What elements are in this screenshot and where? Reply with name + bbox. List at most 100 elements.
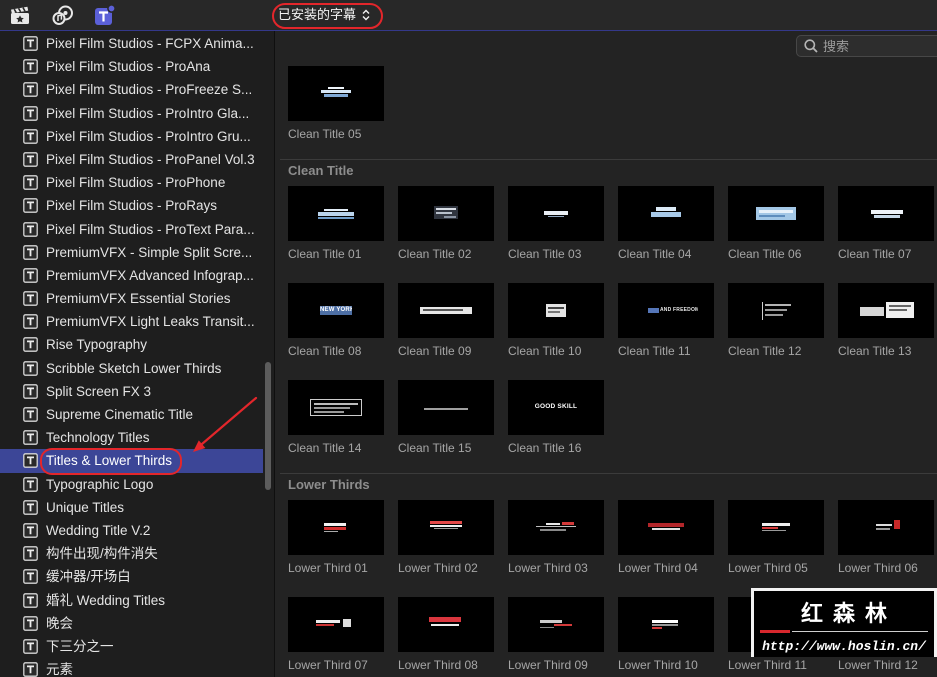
sidebar-item[interactable]: Pixel Film Studios - ProFreeze S... xyxy=(0,78,263,101)
title-thumbnail[interactable] xyxy=(728,500,824,555)
title-thumbnail[interactable] xyxy=(728,186,824,241)
sidebar-item[interactable]: Scribble Sketch Lower Thirds xyxy=(0,357,263,380)
thumbnail-graphic xyxy=(324,523,346,526)
sidebar-item[interactable]: Split Screen FX 3 xyxy=(0,380,263,403)
title-tile[interactable]: Lower Third 05 xyxy=(728,500,824,597)
title-tile[interactable]: Clean Title 09 xyxy=(398,283,494,380)
title-thumbnail[interactable] xyxy=(508,186,604,241)
thumbnail-graphic xyxy=(324,209,348,211)
sidebar-item[interactable]: Pixel Film Studios - ProPhone xyxy=(0,171,263,194)
title-tile[interactable]: Lower Third 08 xyxy=(398,597,494,677)
title-thumbnail[interactable] xyxy=(508,283,604,338)
title-tile[interactable]: GOOD SKILL Clean Title 16 xyxy=(508,380,604,477)
sidebar-item[interactable]: Typographic Logo xyxy=(0,473,263,496)
title-tile[interactable]: Lower Third 03 xyxy=(508,500,604,597)
title-tile[interactable]: Clean Title 14 xyxy=(288,380,384,477)
title-tile[interactable]: Lower Third 01 xyxy=(288,500,384,597)
title-thumbnail[interactable] xyxy=(398,186,494,241)
title-thumbnail[interactable] xyxy=(728,283,824,338)
sidebar-item[interactable]: Supreme Cinematic Title xyxy=(0,403,263,426)
title-tile[interactable]: Clean Title 04 xyxy=(618,186,714,283)
sidebar-item[interactable]: Rise Typography xyxy=(0,333,263,356)
title-thumbnail[interactable] xyxy=(618,500,714,555)
thumbnail-graphic xyxy=(562,522,574,525)
sidebar-item[interactable]: 元素 xyxy=(0,658,263,677)
title-tile[interactable]: Lower Third 10 xyxy=(618,597,714,677)
title-tile[interactable]: Clean Title 07 xyxy=(838,186,934,283)
title-thumbnail[interactable] xyxy=(288,500,384,555)
title-thumbnail[interactable] xyxy=(288,597,384,652)
title-thumbnail[interactable] xyxy=(288,66,384,121)
titles-category-icon xyxy=(23,128,38,144)
title-thumbnail[interactable] xyxy=(508,500,604,555)
sidebar-item[interactable]: PremiumVFX Light Leaks Transit... xyxy=(0,310,263,333)
title-tile[interactable]: Clean Title 13 xyxy=(838,283,934,380)
thumbnail-graphic xyxy=(648,308,659,313)
title-tile[interactable]: AND FREEDOM Clean Title 11 xyxy=(618,283,714,380)
sidebar-item[interactable]: 婚礼 Wedding Titles xyxy=(0,589,263,612)
title-thumbnail[interactable] xyxy=(288,186,384,241)
photos-audio-icon[interactable] xyxy=(52,5,74,30)
sidebar-item[interactable]: Technology Titles xyxy=(0,426,263,449)
title-tile[interactable]: Clean Title 01 xyxy=(288,186,384,283)
installed-titles-menu[interactable]: 已安装的字幕 xyxy=(278,4,370,26)
thumbnail-graphic xyxy=(756,207,796,220)
title-tile[interactable]: NEW YORK Clean Title 08 xyxy=(288,283,384,380)
clapperboard-icon[interactable] xyxy=(10,6,30,30)
thumbnail-graphic xyxy=(759,210,793,213)
title-tile[interactable]: Lower Third 06 xyxy=(838,500,934,597)
title-tile[interactable]: Lower Third 07 xyxy=(288,597,384,677)
titles-category-icon xyxy=(23,152,38,167)
thumbnail-graphic xyxy=(540,627,554,628)
title-tile[interactable]: Clean Title 02 xyxy=(398,186,494,283)
sidebar-item[interactable]: Pixel Film Studios - ProPanel Vol.3 xyxy=(0,148,263,171)
title-tile[interactable]: Clean Title 05 xyxy=(288,66,384,163)
sidebar-item[interactable]: PremiumVFX - Simple Split Scre... xyxy=(0,241,263,264)
title-thumbnail[interactable] xyxy=(508,597,604,652)
sidebar-item[interactable]: Pixel Film Studios - ProRays xyxy=(0,194,263,217)
title-thumbnail[interactable] xyxy=(288,380,384,435)
sidebar-item[interactable]: Wedding Title V.2 xyxy=(0,519,263,542)
title-thumbnail[interactable] xyxy=(398,597,494,652)
title-thumbnail[interactable] xyxy=(398,500,494,555)
sidebar-item[interactable]: Pixel Film Studios - ProIntro Gla... xyxy=(0,102,263,125)
sidebar-item[interactable]: 下三分之一 xyxy=(0,635,263,658)
sidebar-item[interactable]: 缓冲器/开场白 xyxy=(0,565,263,588)
title-tile[interactable]: Lower Third 02 xyxy=(398,500,494,597)
title-thumbnail[interactable] xyxy=(838,186,934,241)
title-thumbnail[interactable] xyxy=(838,500,934,555)
title-thumbnail[interactable] xyxy=(398,380,494,435)
title-thumbnail[interactable] xyxy=(618,186,714,241)
sidebar-scrollbar[interactable] xyxy=(265,362,271,490)
title-thumbnail[interactable] xyxy=(838,283,934,338)
sidebar-item[interactable]: PremiumVFX Advanced Infograp... xyxy=(0,264,263,287)
title-tile[interactable]: Clean Title 12 xyxy=(728,283,824,380)
sidebar-item[interactable]: 构件出现/构件消失 xyxy=(0,542,263,565)
title-thumbnail[interactable]: NEW YORK xyxy=(288,283,384,338)
title-thumbnail[interactable]: AND FREEDOM xyxy=(618,283,714,338)
title-tile[interactable]: Clean Title 06 xyxy=(728,186,824,283)
search-field[interactable] xyxy=(796,35,937,57)
browser-toolbar: 已安装的字幕 xyxy=(0,0,937,31)
sidebar-item[interactable]: Pixel Film Studios - FCPX Anima... xyxy=(0,32,263,55)
title-tile[interactable]: Clean Title 03 xyxy=(508,186,604,283)
sidebar-item[interactable]: Pixel Film Studios - ProText Para... xyxy=(0,218,263,241)
title-thumbnail[interactable]: GOOD SKILL xyxy=(508,380,604,435)
sidebar-item-selected[interactable]: Titles & Lower Thirds xyxy=(0,449,263,473)
sidebar-item[interactable]: Pixel Film Studios - ProIntro Gru... xyxy=(0,125,263,148)
sidebar-item[interactable]: Unique Titles xyxy=(0,496,263,519)
search-input[interactable] xyxy=(823,37,933,55)
title-thumbnail[interactable] xyxy=(398,283,494,338)
sidebar-item[interactable]: Pixel Film Studios - ProAna xyxy=(0,55,263,78)
sidebar-item-label: Pixel Film Studios - ProPhone xyxy=(46,175,226,191)
title-tile[interactable]: Lower Third 09 xyxy=(508,597,604,677)
title-tile[interactable]: Lower Third 04 xyxy=(618,500,714,597)
thumbnail-graphic xyxy=(314,411,344,413)
sidebar-item[interactable]: PremiumVFX Essential Stories xyxy=(0,287,263,310)
tile-label: Lower Third 12 xyxy=(838,658,918,672)
title-thumbnail[interactable] xyxy=(618,597,714,652)
sidebar-item[interactable]: 晚会 xyxy=(0,612,263,635)
titles-generators-icon[interactable] xyxy=(94,4,116,31)
title-tile[interactable]: Clean Title 10 xyxy=(508,283,604,380)
title-tile[interactable]: Clean Title 15 xyxy=(398,380,494,477)
